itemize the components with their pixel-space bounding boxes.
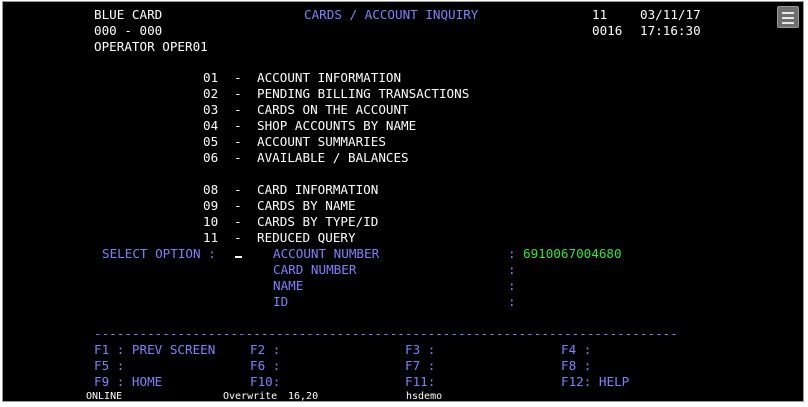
option-dash: - bbox=[234, 102, 242, 117]
option-dash: - bbox=[234, 86, 242, 101]
option-dash: - bbox=[234, 182, 242, 197]
fkey-f2[interactable]: F2 : bbox=[250, 342, 280, 358]
option-label: CARDS BY TYPE/ID bbox=[257, 214, 379, 229]
status-insert-mode: Overwrite bbox=[223, 391, 278, 402]
option-label: CARDS ON THE ACCOUNT bbox=[257, 102, 409, 117]
header-date: 03/11/17 bbox=[640, 7, 701, 22]
hamburger-menu-icon[interactable] bbox=[777, 6, 799, 28]
field-label: ACCOUNT NUMBER bbox=[273, 246, 380, 261]
status-mode: ONLINE bbox=[86, 391, 123, 402]
option-label: SHOP ACCOUNTS BY NAME bbox=[257, 118, 417, 133]
option-label: CARDS BY NAME bbox=[257, 198, 356, 213]
field-colon: : bbox=[508, 262, 516, 277]
option-number: 04 bbox=[203, 118, 219, 133]
header-code-a: 11 bbox=[592, 7, 608, 22]
operator-id: OPERATOR OPER01 bbox=[94, 39, 208, 54]
fkey-f8[interactable]: F8 : bbox=[561, 358, 591, 374]
option-dash: - bbox=[234, 134, 242, 149]
option-dash: - bbox=[234, 70, 242, 85]
select-option-input[interactable] bbox=[235, 256, 242, 258]
field-colon: : bbox=[508, 294, 516, 309]
fkey-f11[interactable]: F11: bbox=[405, 374, 435, 390]
option-number: 01 bbox=[203, 70, 219, 85]
app-name: BLUE CARD bbox=[94, 7, 163, 22]
field-value: 6910067004680 bbox=[523, 246, 622, 261]
separator-line: ----------------------------------------… bbox=[94, 326, 678, 341]
option-number: 02 bbox=[203, 86, 219, 101]
select-option-label: SELECT OPTION : bbox=[102, 246, 216, 261]
fkey-f6[interactable]: F6 : bbox=[250, 358, 280, 374]
header-code-b: 0016 bbox=[592, 23, 623, 38]
option-label: ACCOUNT INFORMATION bbox=[257, 70, 402, 85]
fkey-f7[interactable]: F7 : bbox=[405, 358, 435, 374]
option-number: 03 bbox=[203, 102, 219, 117]
status-host: hsdemo bbox=[406, 391, 443, 402]
field-label: ID bbox=[273, 294, 289, 309]
screen-title: CARDS / ACCOUNT INQUIRY bbox=[304, 7, 479, 22]
option-number: 05 bbox=[203, 134, 219, 149]
option-label: PENDING BILLING TRANSACTIONS bbox=[257, 86, 470, 101]
terminal-screen[interactable]: BLUE CARD 000 - 000 OPERATOR OPER01 CARD… bbox=[2, 1, 804, 402]
fkey-f12[interactable]: F12: HELP bbox=[561, 374, 629, 390]
option-number: 08 bbox=[203, 182, 219, 197]
option-label: REDUCED QUERY bbox=[257, 230, 356, 245]
option-label: AVAILABLE / BALANCES bbox=[257, 150, 409, 165]
field-label: CARD NUMBER bbox=[273, 262, 357, 277]
branch-code: 000 - 000 bbox=[94, 23, 163, 38]
field-colon: : bbox=[508, 246, 516, 261]
field-label: NAME bbox=[273, 278, 304, 293]
fkey-f4[interactable]: F4 : bbox=[561, 342, 591, 358]
option-dash: - bbox=[234, 198, 242, 213]
option-number: 06 bbox=[203, 150, 219, 165]
option-dash: - bbox=[234, 214, 242, 229]
option-number: 10 bbox=[203, 214, 219, 229]
fkey-f5[interactable]: F5 : bbox=[94, 358, 124, 374]
option-number: 11 bbox=[203, 230, 219, 245]
fkey-f10[interactable]: F10: bbox=[250, 374, 280, 390]
option-label: CARD INFORMATION bbox=[257, 182, 379, 197]
option-label: ACCOUNT SUMMARIES bbox=[257, 134, 386, 149]
status-cursor-position: 16,20 bbox=[288, 391, 319, 402]
fkey-f1[interactable]: F1 : PREV SCREEN bbox=[94, 342, 215, 358]
header-time: 17:16:30 bbox=[640, 23, 701, 38]
option-dash: - bbox=[234, 118, 242, 133]
fkey-f9[interactable]: F9 : HOME bbox=[94, 374, 162, 390]
option-dash: - bbox=[234, 230, 242, 245]
option-number: 09 bbox=[203, 198, 219, 213]
option-dash: - bbox=[234, 150, 242, 165]
field-colon: : bbox=[508, 278, 516, 293]
fkey-f3[interactable]: F3 : bbox=[405, 342, 435, 358]
